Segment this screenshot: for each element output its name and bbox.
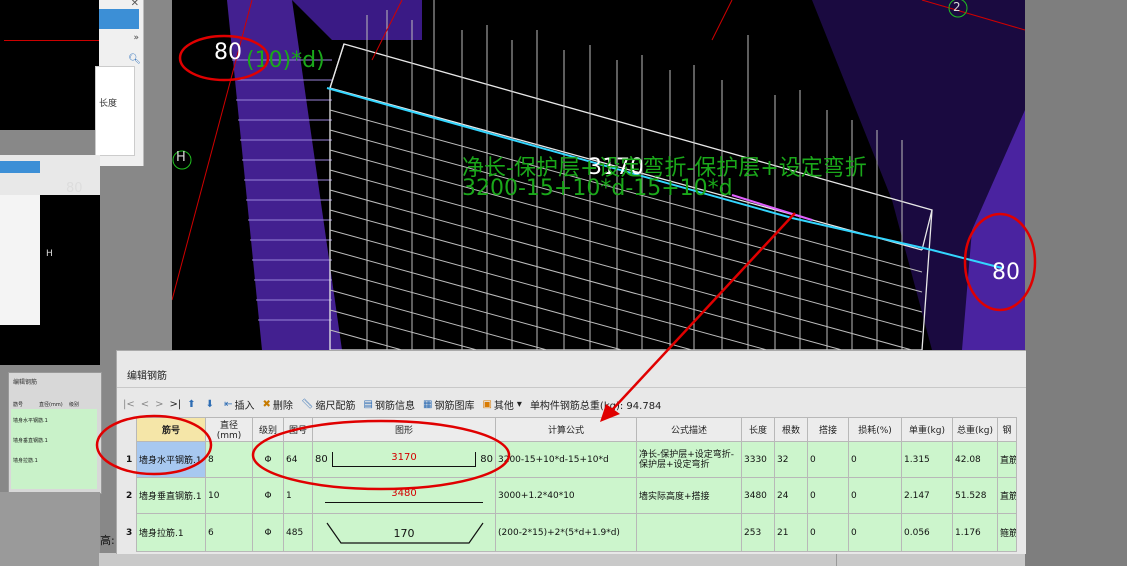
- annotation-circle-name: [95, 414, 213, 476]
- annotation-overlay: [95, 34, 1037, 491]
- annotation-circle-right: [963, 212, 1037, 312]
- annotation-circle-shape: [251, 419, 511, 491]
- arrowhead-icon: [600, 404, 620, 422]
- annotation-circle-left: [178, 34, 270, 82]
- annotation-arrow: [611, 212, 796, 411]
